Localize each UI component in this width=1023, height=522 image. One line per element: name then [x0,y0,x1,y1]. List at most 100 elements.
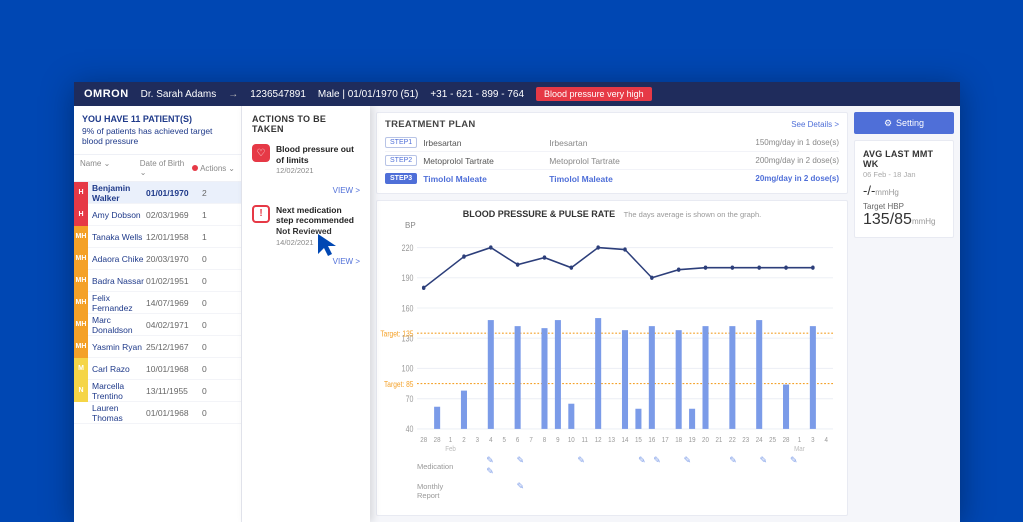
svg-text:Target: 85: Target: 85 [384,379,413,389]
svg-text:14: 14 [622,437,629,445]
svg-text:9: 9 [556,437,560,445]
svg-text:25: 25 [769,437,776,445]
actions-title: ACTIONS TO BE TAKEN [252,114,360,134]
severity-tag: H [74,182,88,204]
view-link-2[interactable]: VIEW > [252,257,360,266]
svg-text:3: 3 [811,437,815,445]
svg-text:3: 3 [476,437,480,445]
actions-panel: ACTIONS TO BE TAKEN ♡ Blood pressure out… [242,106,370,522]
chart-card: BLOOD PRESSURE & PULSE RATE The days ave… [376,200,848,516]
svg-text:190: 190 [402,273,414,283]
topbar: OMRON Dr. Sarah Adams → 1236547891 Male … [74,82,960,106]
col-dob[interactable]: Date of Birth ⌄ [140,159,188,177]
gear-icon: ⚙ [884,118,892,129]
svg-text:8: 8 [543,437,547,445]
patient-id: 1236547891 [250,89,306,100]
view-link-1[interactable]: VIEW > [252,186,360,195]
treatment-title: TREATMENT PLAN [385,119,476,130]
severity-tag: MH [74,270,88,292]
monthly-row: Monthly Report ✎ [385,479,839,503]
svg-text:18: 18 [675,437,682,445]
patient-row[interactable]: MCarl Razo10/01/19680 [74,358,241,380]
svg-text:40: 40 [406,424,414,434]
setting-button[interactable]: ⚙ Setting [854,112,954,134]
treatment-step[interactable]: STEP1IrbesartanIrbesartan150mg/day in 1 … [385,134,839,152]
svg-text:6: 6 [516,437,520,445]
svg-text:220: 220 [402,243,414,253]
bp-chart: 4070100130160190220Target: 135Target: 85… [417,223,833,453]
patient-row[interactable]: MHBadra Nassar01/02/19510 [74,270,241,292]
svg-text:7: 7 [529,437,533,445]
severity-tag: N [74,380,88,402]
patient-summary: YOU HAVE 11 PATIENT(S) 9% of patients ha… [74,106,241,155]
treatment-step[interactable]: STEP2Metoprolol TartrateMetoprolol Tartr… [385,152,839,170]
svg-text:2: 2 [462,437,466,445]
patient-row[interactable]: MHFelix Fernandez14/07/19690 [74,292,241,314]
main-area: TREATMENT PLAN See Details > STEP1Irbesa… [370,106,960,522]
patient-row[interactable]: MHTanaka Wells12/01/19581 [74,226,241,248]
chart-subtitle: The days average is shown on the graph. [624,210,762,219]
doctor-name: Dr. Sarah Adams [141,89,217,100]
action-card-bp[interactable]: ♡ Blood pressure out of limits 12/02/202… [252,144,360,176]
alert-badge: Blood pressure very high [536,87,652,101]
patient-phone: +31 - 621 - 899 - 764 [430,89,524,100]
avg-title: AVG LAST MMT WK [863,149,945,169]
svg-text:19: 19 [689,437,696,445]
svg-text:28: 28 [783,437,790,445]
patient-row[interactable]: MHAdaora Chike20/03/19700 [74,248,241,270]
svg-text:17: 17 [662,437,669,445]
svg-text:4: 4 [825,437,829,445]
table-header: Name ⌄ Date of Birth ⌄ Actions ⌄ [74,155,241,182]
svg-text:28: 28 [420,437,427,445]
svg-text:13: 13 [608,437,615,445]
svg-text:Mar: Mar [794,445,805,453]
logo: OMRON [84,88,129,100]
treatment-plan-card: TREATMENT PLAN See Details > STEP1Irbesa… [376,112,848,194]
svg-text:100: 100 [402,364,414,374]
patient-sidebar: YOU HAVE 11 PATIENT(S) 9% of patients ha… [74,106,242,522]
svg-text:15: 15 [635,437,642,445]
svg-text:20: 20 [702,437,709,445]
svg-text:Feb: Feb [445,445,456,453]
medication-row: Medication ✎✎✎✎✎✎✎✎✎✎ [385,453,839,479]
severity-tag: M [74,358,88,380]
chart-title: BLOOD PRESSURE & PULSE RATE [463,209,615,219]
svg-text:16: 16 [648,437,655,445]
cursor-icon [316,232,338,258]
patient-row[interactable]: HBenjamin Walker01/01/19702 [74,182,241,204]
svg-text:28: 28 [434,437,441,445]
patient-row[interactable]: Lauren Thomas01/01/19680 [74,402,241,424]
col-name[interactable]: Name ⌄ [80,159,136,177]
svg-text:23: 23 [742,437,749,445]
see-details-link[interactable]: See Details > [791,120,839,129]
svg-text:70: 70 [406,394,414,404]
svg-text:11: 11 [582,437,589,445]
severity-tag: H [74,204,88,226]
svg-text:24: 24 [756,437,763,445]
col-actions[interactable]: Actions ⌄ [192,159,235,177]
arrow-icon: → [228,89,238,100]
treatment-step[interactable]: STEP3Timolol MaleateTimolol Maleate20mg/… [385,170,839,187]
target-hbp-label: Target HBP [863,202,945,211]
svg-text:160: 160 [402,304,414,314]
severity-tag: MH [74,226,88,248]
app-window: OMRON Dr. Sarah Adams → 1236547891 Male … [74,82,960,522]
patient-row[interactable]: HAmy Dobson02/03/19691 [74,204,241,226]
patient-row[interactable]: MHYasmin Ryan25/12/19670 [74,336,241,358]
summary-title: YOU HAVE 11 PATIENT(S) [82,114,233,124]
bp-axis-label: BP [405,221,416,230]
alert-icon: ! [252,205,270,223]
patient-row[interactable]: MHMarc Donaldson04/02/19710 [74,314,241,336]
severity-tag: MH [74,292,88,314]
severity-tag: MH [74,336,88,358]
heart-icon: ♡ [252,144,270,162]
action-card-med[interactable]: ! Next medication step recommended Not R… [252,205,360,247]
summary-text: 9% of patients has achieved target blood… [82,126,233,146]
severity-tag [74,402,88,424]
svg-text:1: 1 [798,437,802,445]
svg-text:Target: 135: Target: 135 [380,329,413,339]
red-dot-icon [192,165,198,171]
patient-row[interactable]: NMarcella Trentino13/11/19550 [74,380,241,402]
svg-text:1: 1 [449,437,453,445]
svg-text:21: 21 [715,437,722,445]
